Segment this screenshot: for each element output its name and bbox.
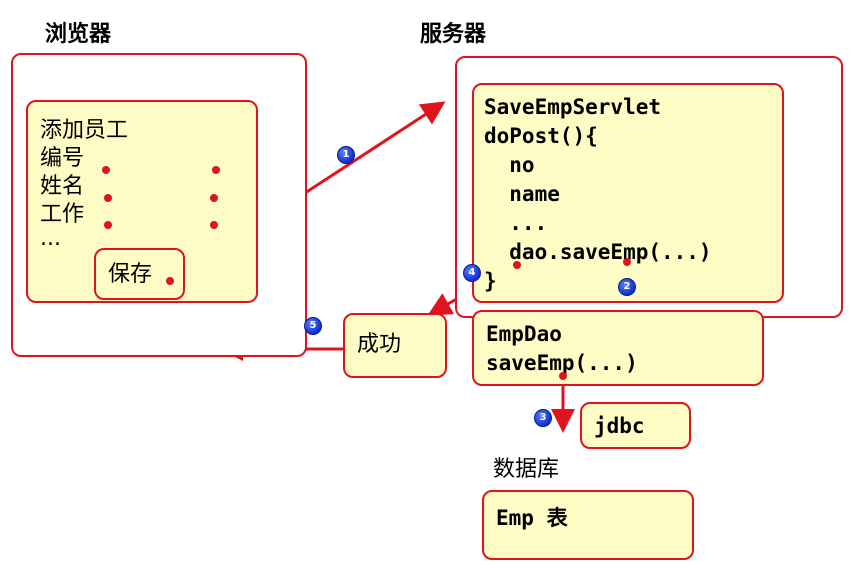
arrow-origin-dot bbox=[623, 258, 631, 266]
step-5-badge: 5 bbox=[304, 317, 322, 335]
emp-table-label: Emp 表 bbox=[496, 506, 568, 530]
servlet-line: no bbox=[484, 153, 535, 177]
step-4-badge: 4 bbox=[463, 264, 481, 282]
field-ellipsis: ... bbox=[40, 226, 61, 251]
database-title: 数据库 bbox=[493, 457, 560, 482]
step-2-badge: 2 bbox=[618, 278, 636, 296]
field-dot bbox=[104, 221, 112, 229]
jdbc-label: jdbc bbox=[594, 414, 645, 438]
servlet-line: name bbox=[484, 182, 560, 206]
servlet-line: } bbox=[484, 269, 497, 293]
servlet-line: ... bbox=[484, 211, 548, 235]
step-3-badge: 3 bbox=[534, 409, 552, 427]
server-title: 服务器 bbox=[420, 22, 487, 47]
field-label-job: 工作 bbox=[40, 202, 85, 227]
field-dot bbox=[212, 166, 220, 174]
arrow-origin-dot bbox=[559, 372, 567, 380]
field-dot bbox=[104, 194, 112, 202]
field-dot bbox=[210, 194, 218, 202]
servlet-line: doPost(){ bbox=[484, 124, 598, 148]
arrow-origin-dot bbox=[513, 261, 521, 269]
field-dot bbox=[210, 221, 218, 229]
success-label: 成功 bbox=[357, 332, 402, 357]
servlet-line: SaveEmpServlet bbox=[484, 95, 662, 119]
diagram-canvas: 浏览器 添加员工 编号 姓名 工作 ... 保存 服务器 SaveEmpServ… bbox=[0, 0, 859, 581]
arrow-origin-dot bbox=[166, 277, 174, 285]
save-button-label: 保存 bbox=[108, 262, 153, 287]
field-dot bbox=[102, 166, 110, 174]
dao-line: EmpDao bbox=[486, 322, 562, 346]
step-1-badge: 1 bbox=[337, 146, 355, 164]
browser-title: 浏览器 bbox=[45, 22, 112, 47]
